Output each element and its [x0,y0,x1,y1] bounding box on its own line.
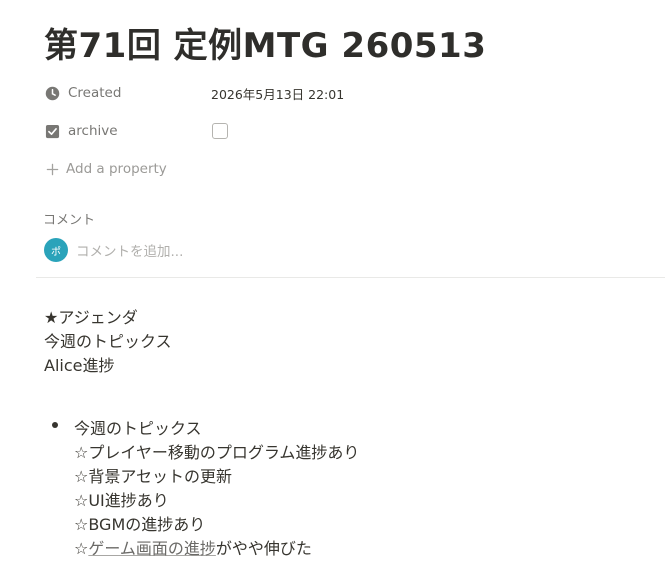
clock-icon [44,85,60,101]
archive-checkbox[interactable] [212,123,228,139]
property-created-value: 2026年5月13日 22:01 [211,86,345,102]
property-archive[interactable]: archive [44,120,644,142]
notion-page: 第71回 定例MTG 260513 Created 2026年5月13日 22:… [0,0,665,576]
add-property-label: Add a property [66,161,167,177]
bullet-prefix: ☆ [74,539,89,558]
bullet-sub-line[interactable]: ☆背景アセットの更新 [74,463,232,487]
divider [36,277,665,278]
property-created[interactable]: Created 2026年5月13日 22:01 [44,82,644,104]
avatar: ポ [44,238,68,262]
bullet-dot [52,422,58,428]
comment-composer[interactable]: ポ コメントを追加... [44,237,183,263]
comments-heading: コメント [43,213,96,228]
plus-icon [44,161,60,177]
text-block-agenda[interactable]: ★アジェンダ [44,304,138,328]
bullet-sub-line-last[interactable]: ☆ゲーム画面の進捗がやや伸びた [74,535,312,559]
property-archive-label: archive [68,123,118,139]
checkbox-icon [44,123,60,139]
comment-input[interactable]: コメントを追加... [76,240,183,260]
text-block-topics[interactable]: 今週のトピックス [44,328,172,352]
text-block-progress[interactable]: Alice進捗 [44,352,114,376]
bullet-sub-line[interactable]: ☆BGMの進捗あり [74,511,205,535]
page-link[interactable]: ゲーム画面の進捗 [88,539,216,558]
bullet-item-title[interactable]: 今週のトピックス [74,415,202,439]
property-created-label: Created [68,85,122,101]
bullet-sub-line[interactable]: ☆プレイヤー移動のプログラム進捗あり [74,439,359,463]
add-property-button[interactable]: Add a property [44,158,644,180]
bullet-suffix: がやや伸びた [215,539,312,558]
page-title[interactable]: 第71回 定例MTG 260513 [44,18,486,67]
bullet-sub-line[interactable]: ☆UI進捗あり [74,487,169,511]
